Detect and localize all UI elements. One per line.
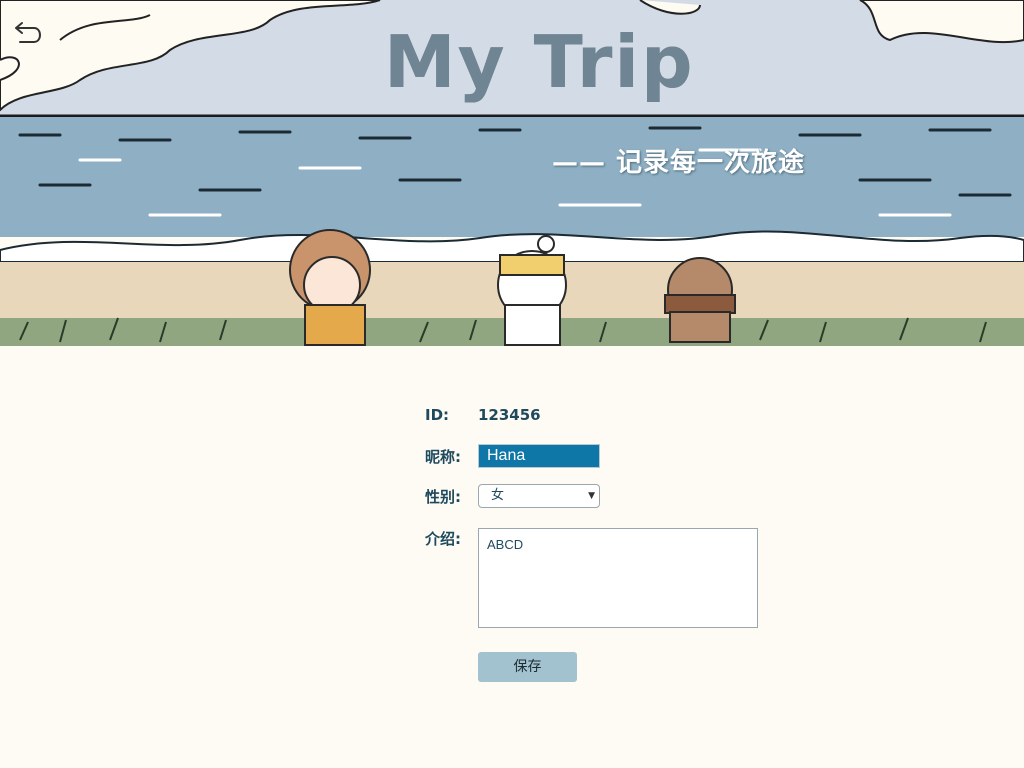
header-banner: My Trip —— 记录每一次旅途 — [0, 0, 1024, 346]
intro-label: 介绍: — [425, 530, 461, 548]
id-label: ID: — [425, 406, 450, 424]
app-title: My Trip — [384, 20, 695, 104]
intro-textarea[interactable]: ABCD — [478, 528, 758, 628]
nickname-input[interactable]: Hana — [478, 444, 600, 468]
id-value: 123456 — [478, 406, 541, 424]
back-button[interactable] — [12, 20, 46, 50]
nickname-label: 昵称: — [425, 448, 461, 466]
gender-label: 性别: — [425, 488, 461, 506]
character-bear — [664, 257, 736, 343]
back-arrow-icon — [15, 22, 41, 43]
gender-select[interactable]: 女 ▼ — [478, 484, 600, 508]
chevron-down-icon: ▼ — [588, 491, 595, 501]
app-subtitle: —— 记录每一次旅途 — [552, 148, 806, 178]
save-button[interactable]: 保存 — [478, 652, 577, 682]
gender-selected-value: 女 — [491, 488, 505, 503]
